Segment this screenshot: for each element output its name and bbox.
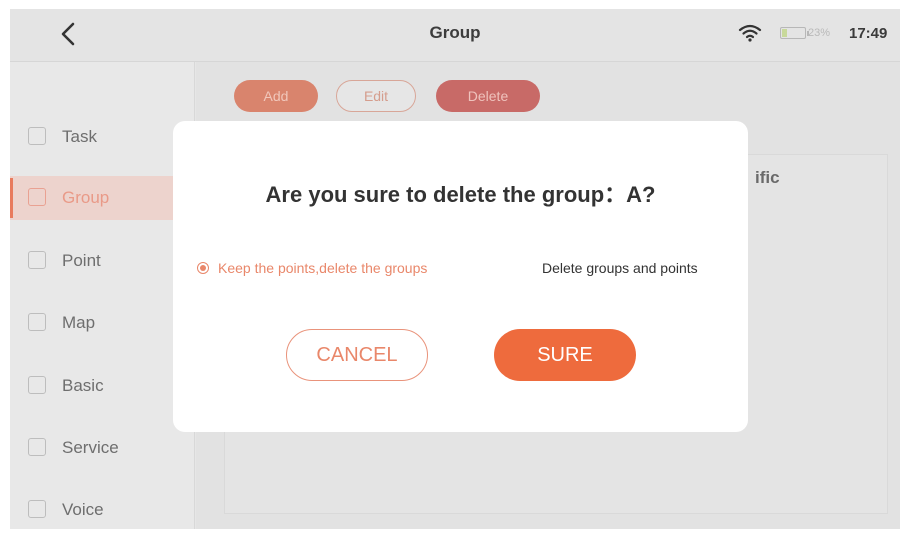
sidebar-item-label: Group bbox=[62, 188, 110, 207]
service-icon bbox=[28, 438, 46, 456]
delete-group-dialog: Are you sure to delete the group：A? Keep… bbox=[173, 121, 748, 432]
sidebar-item-label: Task bbox=[62, 127, 97, 146]
status-time: 17:49 bbox=[849, 25, 888, 42]
sidebar: Task Group Point Map Basic Service Voice bbox=[10, 62, 195, 529]
app-screen: Group 23% 17:49 Task Group Point Map Bas… bbox=[10, 9, 900, 529]
sidebar-item-label: Basic bbox=[62, 376, 104, 395]
cancel-button[interactable]: CANCEL bbox=[286, 329, 428, 381]
sidebar-item-service[interactable]: Service bbox=[10, 426, 194, 470]
sure-button[interactable]: SURE bbox=[494, 329, 636, 381]
battery-icon bbox=[780, 27, 809, 39]
page-title: Group bbox=[429, 23, 481, 42]
voice-icon bbox=[28, 500, 46, 518]
basic-icon bbox=[28, 376, 46, 394]
edit-button[interactable]: Edit bbox=[336, 80, 416, 112]
sidebar-item-map[interactable]: Map bbox=[10, 301, 194, 345]
option-label: Keep the points,delete the groups bbox=[218, 260, 428, 276]
sidebar-item-basic[interactable]: Basic bbox=[10, 364, 194, 408]
group-list-text: ific bbox=[755, 168, 780, 187]
sidebar-item-voice[interactable]: Voice bbox=[10, 488, 194, 529]
point-icon bbox=[28, 251, 46, 269]
wifi-icon bbox=[738, 24, 762, 42]
top-bar: Group 23% 17:49 bbox=[10, 9, 900, 62]
sidebar-item-label: Point bbox=[62, 251, 101, 270]
sidebar-item-label: Service bbox=[62, 438, 119, 457]
radio-selected-icon[interactable] bbox=[197, 262, 209, 274]
battery-level bbox=[782, 29, 787, 37]
option-delete-groups-and-points[interactable]: Delete groups and points bbox=[517, 260, 698, 276]
group-icon bbox=[28, 188, 46, 206]
sidebar-item-label: Map bbox=[62, 313, 96, 332]
delete-button[interactable]: Delete bbox=[436, 80, 540, 112]
option-keep-points[interactable]: Keep the points,delete the groups bbox=[197, 260, 427, 276]
add-button[interactable]: Add bbox=[234, 80, 318, 112]
radio-unselected-icon[interactable] bbox=[517, 262, 529, 274]
sidebar-item-point[interactable]: Point bbox=[10, 239, 194, 283]
option-label: Delete groups and points bbox=[542, 260, 698, 276]
sidebar-item-group[interactable]: Group bbox=[10, 176, 194, 220]
dialog-title: Are you sure to delete the group：A? bbox=[265, 182, 656, 207]
sidebar-item-task[interactable]: Task bbox=[10, 115, 194, 159]
task-icon bbox=[28, 127, 46, 145]
map-icon bbox=[28, 313, 46, 331]
sidebar-item-label: Voice bbox=[62, 500, 104, 519]
battery-percent: 23% bbox=[808, 27, 831, 39]
